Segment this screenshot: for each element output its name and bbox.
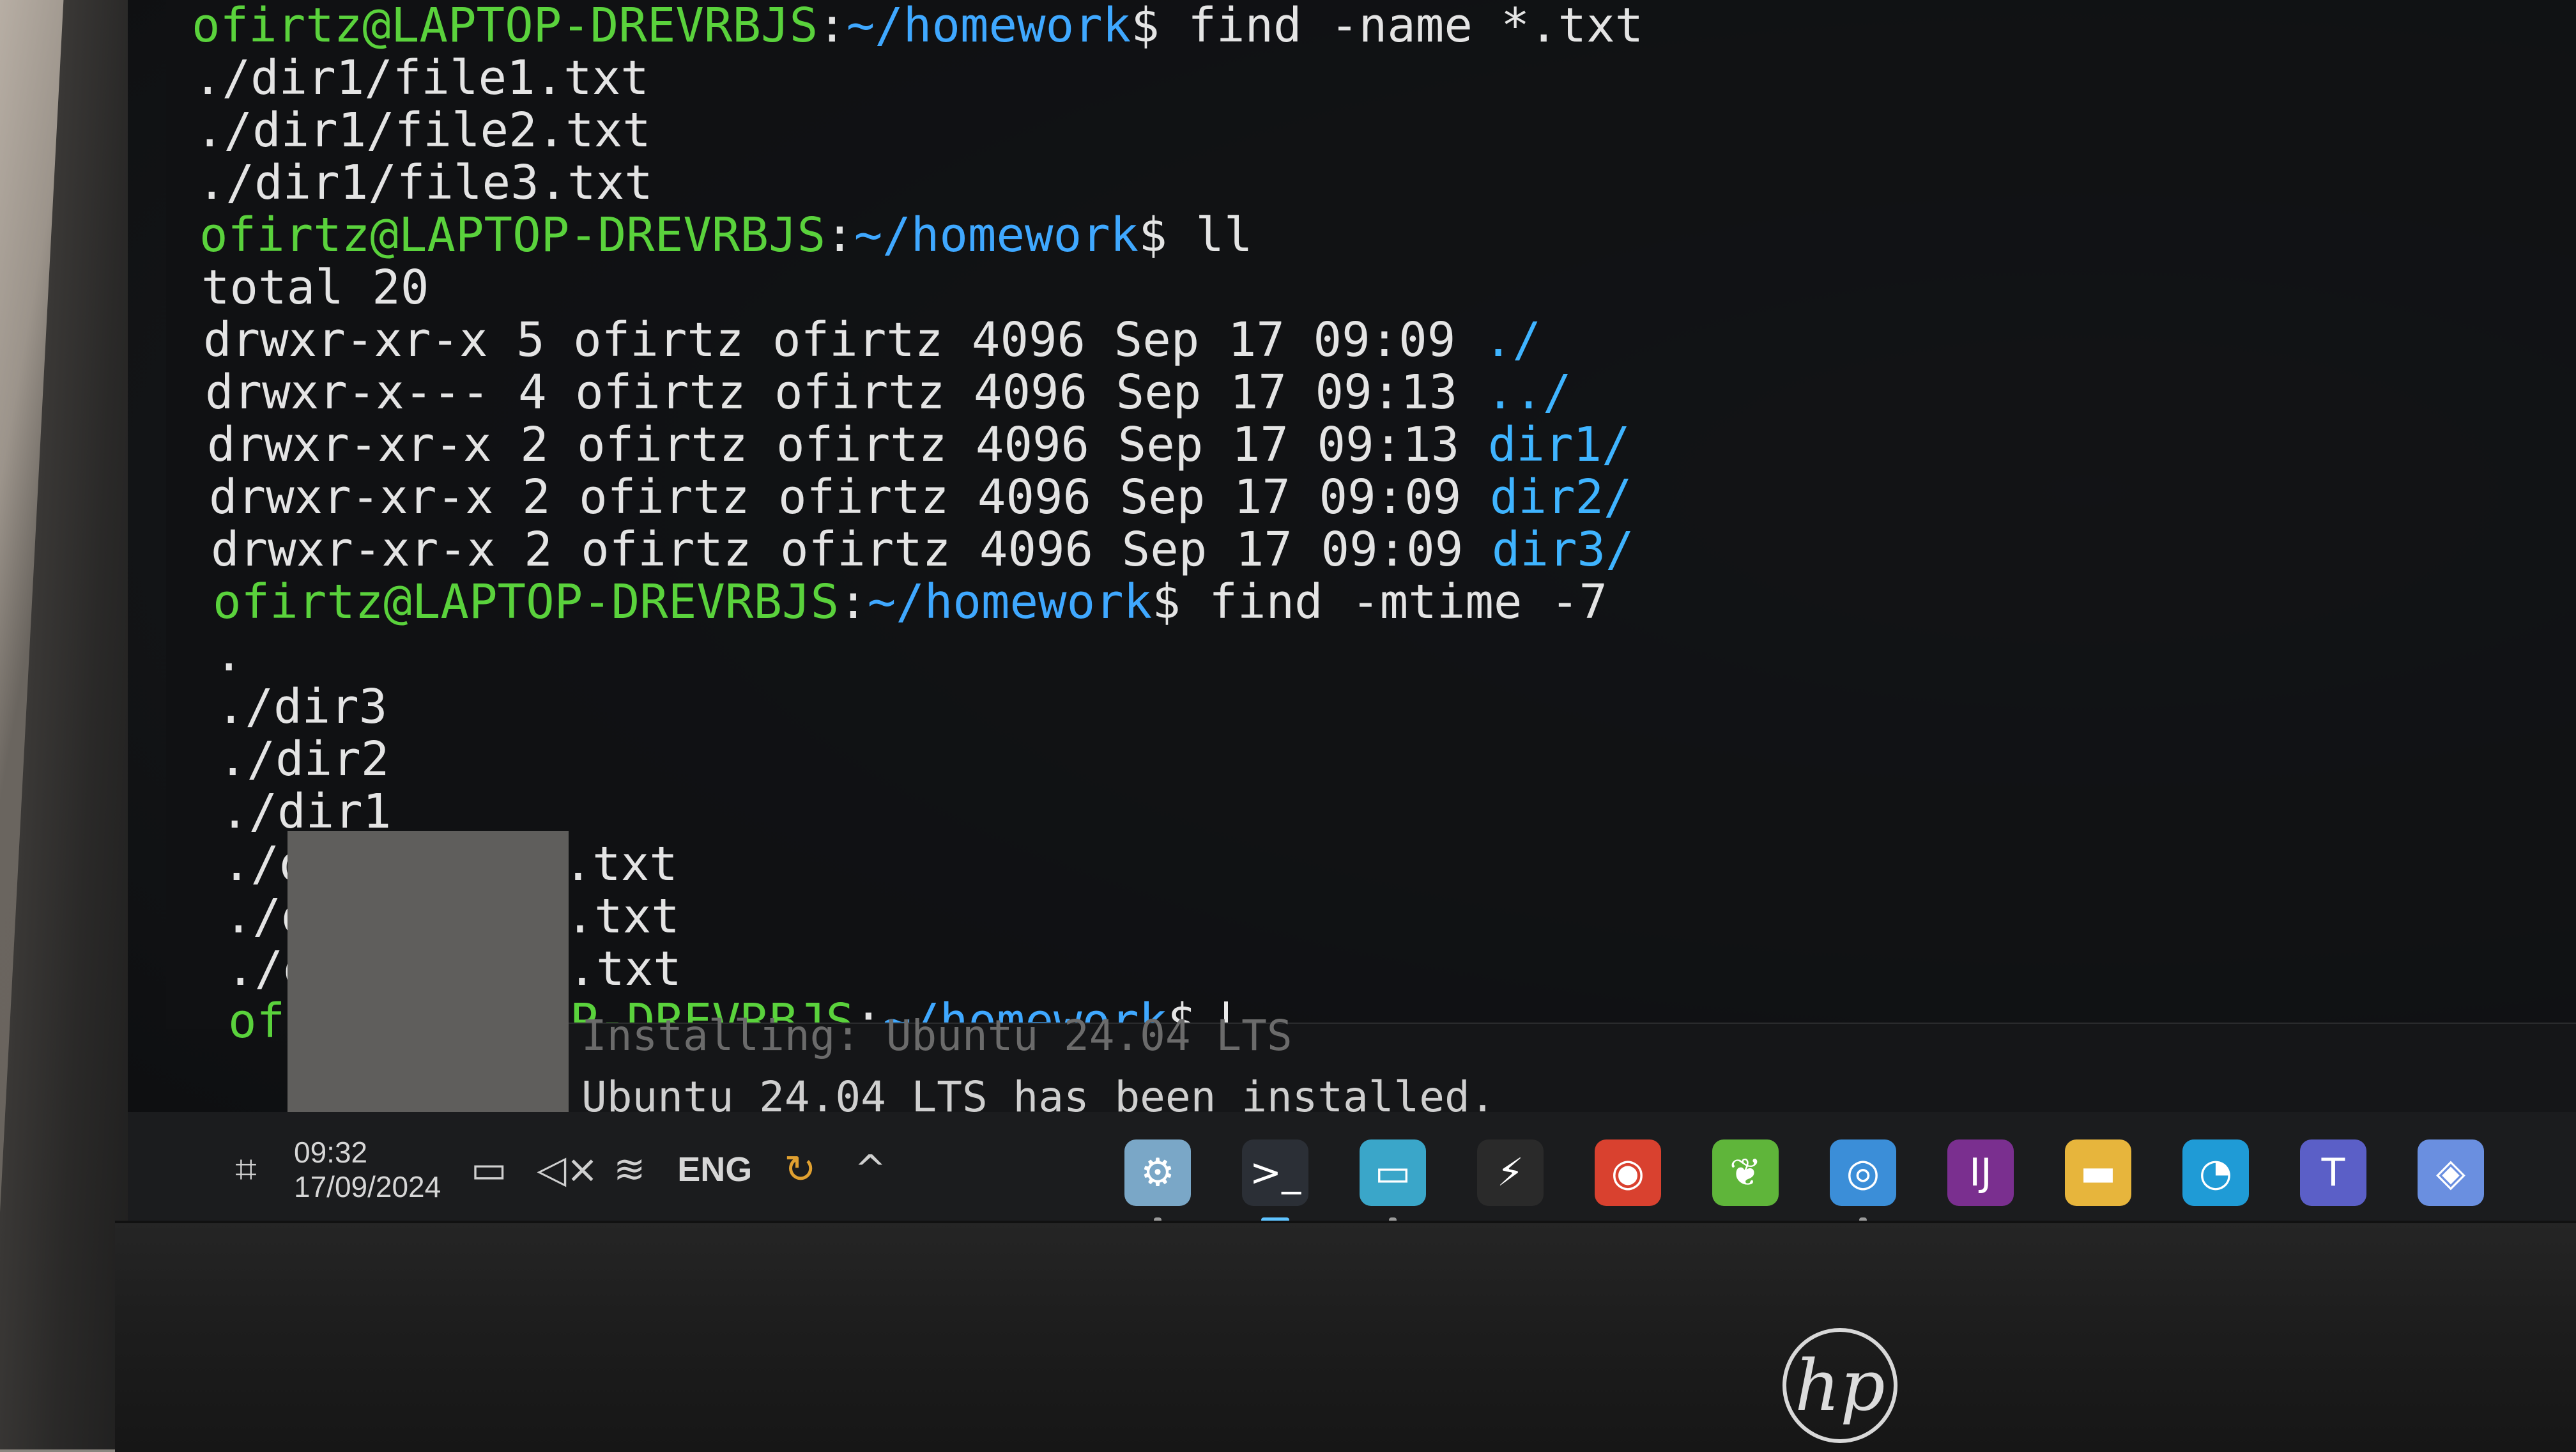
chevron-up-icon[interactable]: ^ (848, 1147, 893, 1192)
app-glyph: >_ (1249, 1150, 1301, 1195)
prompt-separator: : (825, 208, 854, 263)
notification-icon[interactable]: ⌗ (224, 1147, 268, 1192)
hp-logo: hp (1782, 1328, 1897, 1443)
ls-row-dirname: ../ (1485, 365, 1572, 420)
command-text: find -name *.txt (1159, 0, 1644, 53)
volume-muted-icon[interactable]: ◁× (537, 1147, 598, 1192)
edge-app-icon[interactable]: ◔ (2182, 1139, 2249, 1206)
installer-status-faded: Installing: Ubuntu 24.04 LTS (581, 1011, 1292, 1060)
clock-date: 17/09/2024 (294, 1170, 441, 1203)
taskbar-apps: ⚙ >_ ▭ ⚡ ◉ ❦ ◎ IJ ▬ ◔ T ◈ (1124, 1125, 2484, 1223)
output-line: ./dir1/file2.txt (195, 103, 651, 158)
prompt-user: ofirtz@LAPTOP-DREVRBJS (199, 208, 826, 263)
language-indicator[interactable]: ENG (677, 1150, 752, 1189)
output-line: ./dir1/file1.txt (194, 50, 649, 105)
output-line: . (215, 627, 243, 682)
output-line: total 20 (201, 260, 429, 315)
ls-row: drwxr-xr-x 2 ofirtz ofirtz 4096 Sep 17 0… (209, 472, 1632, 523)
remote-desktop-app-icon[interactable]: ▭ (1360, 1139, 1426, 1223)
app-glyph: ⚡ (1496, 1150, 1524, 1195)
ls-row-details: drwxr-xr-x 2 ofirtz ofirtz 4096 Sep 17 0… (209, 470, 1490, 525)
prompt-line: ofirtz@LAPTOP-DREVRBJS:~/homework$ find … (192, 0, 1643, 51)
ls-row-dirname: dir1/ (1487, 417, 1630, 472)
app-glyph: ❦ (1729, 1150, 1762, 1195)
ls-row-details: drwxr-xr-x 2 ofirtz ofirtz 4096 Sep 17 0… (207, 417, 1488, 472)
bolt-app-icon[interactable]: ⚡ (1477, 1139, 1544, 1206)
battery-icon[interactable]: ▭ (466, 1147, 511, 1192)
sync-icon[interactable]: ↻ (778, 1147, 822, 1192)
ls-row: drwxr-xr-x 5 ofirtz ofirtz 4096 Sep 17 0… (203, 314, 1541, 366)
ls-row: drwxr-xr-x 2 ofirtz ofirtz 4096 Sep 17 0… (211, 524, 1634, 575)
app-glyph: IJ (1969, 1150, 1992, 1195)
ls-row-dirname: dir2/ (1489, 470, 1632, 525)
prompt-path: ~/homework (854, 208, 1139, 263)
chrome-app-icon[interactable]: ◎ (1830, 1139, 1896, 1223)
ls-row-dirname: ./ (1483, 313, 1541, 367)
copilot-app-icon[interactable]: ◈ (2418, 1139, 2484, 1206)
app-glyph: ◎ (1846, 1150, 1880, 1195)
wifi-icon[interactable]: ≋ (607, 1147, 652, 1192)
command-text: ll (1167, 208, 1253, 263)
ls-row-details: drwxr-xr-x 2 ofirtz ofirtz 4096 Sep 17 0… (211, 522, 1492, 577)
laptop-screen: ofirtz@LAPTOP-DREVRBJS:~/homework$ find … (128, 0, 2576, 1227)
laptop-bezel-bottom (115, 1221, 2576, 1452)
app-glyph: ◈ (2435, 1150, 2466, 1195)
prompt-line: ofirtz@LAPTOP-DREVRBJS:~/homework$ find … (213, 576, 1607, 628)
command-text: find -mtime -7 (1180, 575, 1608, 629)
settings-app-icon[interactable]: ⚙ (1124, 1139, 1191, 1223)
app-glyph: ⚙ (1140, 1150, 1175, 1195)
app-glyph: T (2321, 1150, 2345, 1195)
ls-row-details: drwxr-x--- 4 ofirtz ofirtz 4096 Sep 17 0… (205, 365, 1486, 420)
prompt-separator: : (818, 0, 847, 53)
app-glyph: ◔ (2198, 1150, 2233, 1195)
taskbar: ⌗ 09:32 17/09/2024 ▭ ◁× ≋ ENG ↻ ^ ⚙ >_ ▭ ⚡ ◉… (128, 1112, 2576, 1227)
prompt-path: ~/homework (846, 0, 1131, 53)
output-line: ./dir1 (220, 784, 392, 839)
prompt-path: ~/homework (867, 575, 1153, 629)
ls-row-details: drwxr-xr-x 5 ofirtz ofirtz 4096 Sep 17 0… (203, 313, 1484, 367)
prompt-dollar: $ (1131, 0, 1160, 53)
recorder-app-icon[interactable]: ◉ (1595, 1139, 1661, 1206)
file-explorer-app-icon[interactable]: ▬ (2065, 1139, 2131, 1206)
output-line: ./dir1/file3.txt (197, 155, 653, 210)
prompt-line: ofirtz@LAPTOP-DREVRBJS:~/homework$ ll (199, 210, 1252, 261)
prompt-user: ofirtz@LAPTOP-DREVRBJS (213, 575, 839, 629)
prompt-dollar: $ (1152, 575, 1181, 629)
prompt-dollar: $ (1138, 208, 1167, 263)
prompt-separator: : (839, 575, 868, 629)
ls-row: drwxr-x--- 4 ofirtz ofirtz 4096 Sep 17 0… (205, 367, 1572, 418)
ls-row-dirname: dir3/ (1491, 522, 1634, 577)
app-glyph: ▭ (1374, 1150, 1411, 1195)
ls-row: drwxr-xr-x 2 ofirtz ofirtz 4096 Sep 17 0… (207, 419, 1630, 470)
output-line: ./dir2 (218, 732, 390, 787)
terminal-app-icon[interactable]: >_ (1242, 1139, 1308, 1223)
intellij-app-icon[interactable]: IJ (1947, 1139, 2014, 1206)
output-line: ./dir3 (217, 679, 388, 734)
teams-app-icon[interactable]: T (2300, 1139, 2366, 1206)
app-glyph: ▬ (2080, 1150, 2117, 1195)
system-tray: ⌗ 09:32 17/09/2024 ▭ ◁× ≋ ENG ↻ ^ (224, 1125, 893, 1214)
clock[interactable]: 09:32 17/09/2024 (294, 1135, 441, 1204)
spring-app-icon[interactable]: ❦ (1712, 1139, 1779, 1206)
clock-time: 09:32 (294, 1136, 368, 1169)
app-glyph: ◉ (1611, 1150, 1645, 1195)
background-window-edge (288, 831, 569, 1138)
prompt-user: ofirtz@LAPTOP-DREVRBJS (192, 0, 818, 53)
